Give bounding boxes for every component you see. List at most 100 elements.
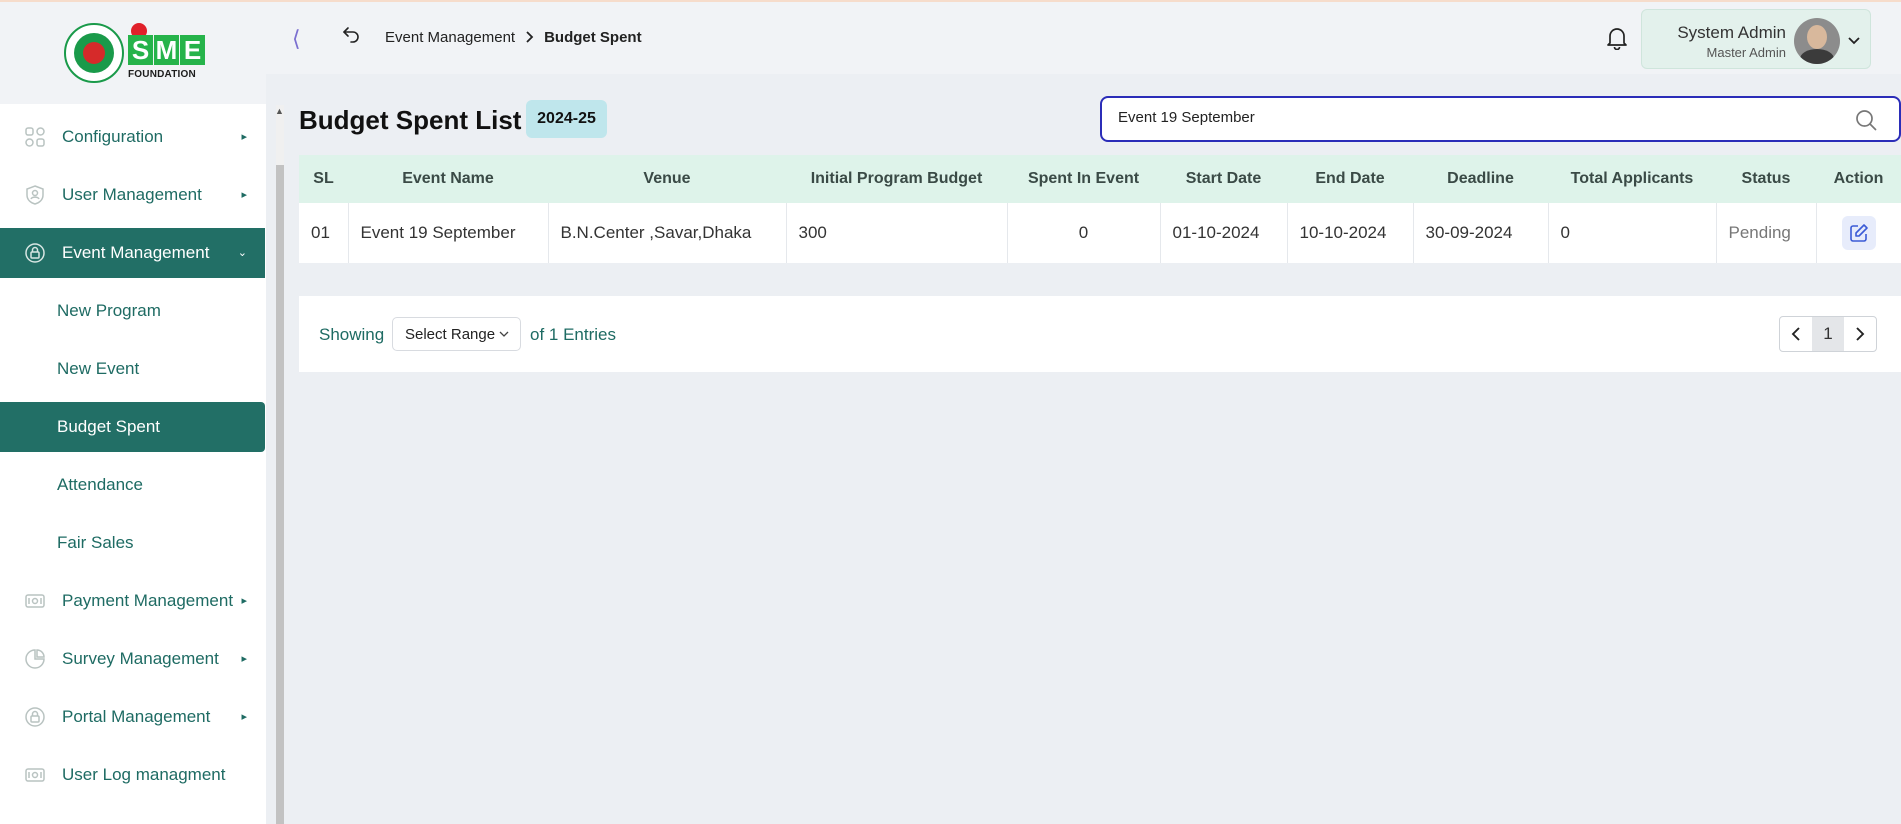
pagination-bar: Showing Select Range of 1 Entries 1 — [299, 296, 1901, 372]
sidebar-item-payment-management[interactable]: Payment Management ▸ — [0, 576, 265, 626]
chevron-right-icon: ▸ — [241, 595, 247, 607]
pie-chart-icon — [24, 648, 46, 670]
sidebar-item-event-management[interactable]: Event Management ⌄ — [0, 228, 265, 278]
chevron-right-icon — [525, 30, 534, 46]
cell-total-applicants: 0 — [1548, 203, 1717, 263]
sidebar-item-user-management[interactable]: User Management ▸ — [0, 170, 265, 220]
sidebar-item-label: User Management — [62, 185, 202, 204]
cell-deadline: 30-09-2024 — [1413, 203, 1549, 263]
chevron-down-icon[interactable] — [1848, 32, 1860, 50]
notification-bell-icon[interactable] — [1606, 26, 1628, 55]
scroll-up-arrow-icon[interactable]: ▲ — [275, 106, 284, 116]
search-icon[interactable] — [1855, 109, 1877, 136]
next-page-button[interactable] — [1844, 317, 1876, 351]
table-header-row: SL Event Name Venue Initial Program Budg… — [299, 155, 1901, 203]
chevron-right-icon — [1856, 327, 1865, 341]
sidebar-item-label: Payment Management — [62, 591, 234, 610]
cell-sl: 01 — [299, 203, 349, 263]
cell-action — [1816, 203, 1901, 263]
column-header-total-applicants: Total Applicants — [1570, 170, 1694, 187]
sidebar: S M E FOUNDATION Configuration ▸ User Ma… — [0, 2, 266, 824]
column-header-initial-budget: Initial Program Budget — [810, 170, 983, 187]
sidebar-subitem-fair-sales[interactable]: Fair Sales — [0, 518, 265, 568]
column-header-action: Action — [1833, 170, 1884, 187]
sidebar-item-portal-management[interactable]: Portal Management ▸ — [0, 692, 265, 742]
chevron-right-icon: ▸ — [241, 131, 247, 143]
column-header-venue: Venue — [643, 170, 691, 187]
chevron-right-icon: ▸ — [241, 189, 247, 201]
search-box — [1100, 96, 1901, 142]
cell-end-date: 10-10-2024 — [1287, 203, 1414, 263]
chevron-down-icon: ⌄ — [237, 247, 247, 259]
lock-circle-icon — [24, 242, 46, 264]
user-role: Master Admin — [1706, 45, 1786, 60]
column-header-event-name: Event Name — [402, 170, 494, 187]
breadcrumb-parent[interactable]: Event Management — [385, 29, 515, 46]
logo[interactable]: S M E FOUNDATION — [0, 2, 266, 104]
sidebar-item-survey-management[interactable]: Survey Management ▸ — [0, 634, 265, 684]
money-icon — [24, 590, 46, 612]
chevron-left-icon — [1791, 327, 1800, 341]
sidebar-item-label: Event Management — [62, 243, 210, 262]
sidebar-subitem-new-event[interactable]: New Event — [0, 344, 265, 394]
range-select-value: Select Range — [405, 325, 496, 343]
range-select[interactable]: Select Range — [392, 317, 521, 351]
sidebar-item-configuration[interactable]: Configuration ▸ — [0, 112, 265, 162]
cell-start-date: 01-10-2024 — [1160, 203, 1288, 263]
chevron-right-icon: ▸ — [241, 711, 247, 723]
cell-initial-budget: 300 — [786, 203, 1008, 263]
breadcrumb: Event Management Budget Spent — [385, 29, 642, 46]
cell-status: Pending — [1716, 203, 1817, 263]
edit-button[interactable] — [1841, 216, 1876, 250]
column-header-status: Status — [1741, 170, 1791, 187]
column-header-start-date: Start Date — [1185, 170, 1262, 187]
sidebar-item-label: User Log managment — [62, 765, 226, 784]
lock-circle-icon — [24, 706, 46, 728]
showing-label: Showing — [319, 325, 385, 344]
sidebar-scrollbar-thumb[interactable] — [276, 165, 284, 824]
back-arrow-icon[interactable] — [342, 25, 360, 48]
page-title: Budget Spent List — [299, 105, 522, 135]
entries-count: of 1 Entries — [530, 325, 616, 344]
money-icon — [24, 764, 46, 786]
table-row: 01 Event 19 September B.N.Center ,Savar,… — [299, 203, 1901, 263]
cell-event-name: Event 19 September — [348, 203, 549, 263]
cube-network-icon — [24, 126, 46, 148]
logo-letter: M — [154, 35, 179, 65]
government-emblem-icon — [64, 23, 124, 83]
cell-spent: 0 — [1007, 203, 1161, 263]
sidebar-menu: Configuration ▸ User Management ▸ Event … — [0, 112, 266, 808]
page-number-button[interactable]: 1 — [1812, 317, 1844, 351]
search-input[interactable] — [1118, 109, 1818, 126]
sidebar-subitem-attendance[interactable]: Attendance — [0, 460, 265, 510]
column-header-deadline: Deadline — [1447, 170, 1514, 187]
edit-icon — [1849, 224, 1868, 242]
pager: 1 — [1779, 316, 1877, 352]
chevron-down-icon — [499, 331, 509, 337]
logo-letter: E — [180, 35, 205, 65]
sidebar-subitem-budget-spent[interactable]: Budget Spent — [0, 402, 265, 452]
column-header-end-date: End Date — [1315, 170, 1385, 187]
sidebar-item-label: Survey Management — [62, 649, 219, 668]
budget-spent-table: SL Event Name Venue Initial Program Budg… — [299, 155, 1901, 263]
top-header: ⟨ Event Management Budget Spent System A… — [266, 2, 1901, 74]
prev-page-button[interactable] — [1780, 317, 1812, 351]
user-shield-icon — [24, 184, 46, 206]
collapse-sidebar-icon[interactable]: ⟨ — [292, 26, 301, 52]
column-header-sl: SL — [313, 170, 334, 187]
user-name: System Admin — [1677, 23, 1786, 42]
logo-letter: S — [128, 35, 153, 65]
cell-venue: B.N.Center ,Savar,Dhaka — [548, 203, 787, 263]
sidebar-subitem-new-program[interactable]: New Program — [0, 286, 265, 336]
sidebar-item-user-log-management[interactable]: User Log managment — [0, 750, 265, 800]
breadcrumb-current: Budget Spent — [544, 29, 642, 46]
sidebar-item-label: Configuration — [62, 127, 164, 146]
user-menu[interactable]: System Admin Master Admin — [1641, 9, 1871, 69]
sme-logo: S M E FOUNDATION — [128, 23, 214, 83]
logo-subtitle: FOUNDATION — [128, 69, 196, 80]
avatar — [1794, 18, 1840, 64]
sidebar-item-label: Portal Management — [62, 707, 211, 726]
fiscal-year-badge: 2024-25 — [526, 100, 607, 138]
chevron-right-icon: ▸ — [241, 653, 247, 665]
column-header-spent: Spent In Event — [1027, 170, 1140, 187]
